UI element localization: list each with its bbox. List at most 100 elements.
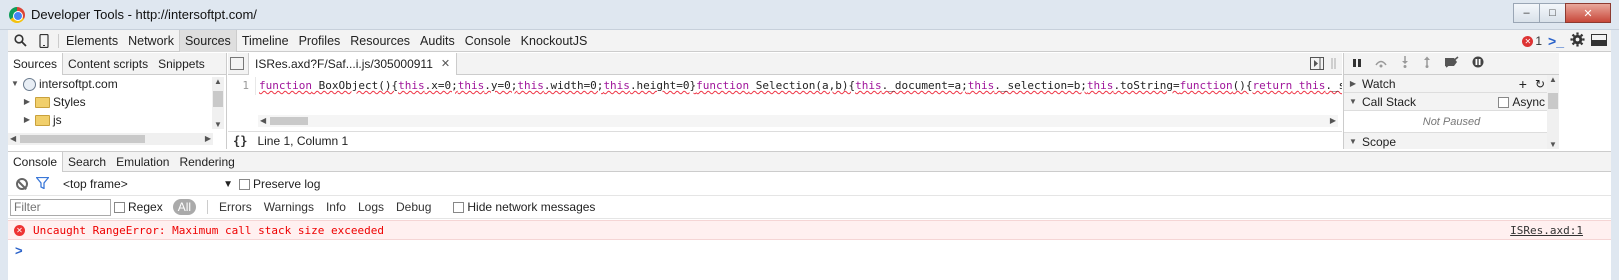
console-drawer-icon[interactable]: >_ bbox=[1548, 33, 1564, 49]
toolbar-right-controls: ✕ 1 >_ bbox=[1522, 30, 1607, 52]
scroll-right-icon[interactable]: ▶ bbox=[1330, 116, 1336, 125]
level-errors-button[interactable]: Errors bbox=[213, 200, 258, 214]
toggle-debugger-icon[interactable] bbox=[1310, 57, 1324, 73]
code-line[interactable]: 1 function BoxObject(){this.x=0;this.y=0… bbox=[228, 77, 1342, 95]
drawer-tabs: Console Search Emulation Rendering bbox=[8, 151, 1611, 172]
scroll-left-icon[interactable]: ◀ bbox=[260, 116, 266, 125]
code-keyword: this bbox=[457, 79, 485, 92]
scrollbar-thumb[interactable] bbox=[20, 135, 145, 143]
code-token: .width=0; bbox=[543, 79, 604, 92]
editor-horizontal-scrollbar[interactable]: ◀ ▶ bbox=[258, 115, 1338, 127]
drawer-tab-rendering[interactable]: Rendering bbox=[174, 152, 239, 172]
error-source-link[interactable]: ISRes.axd:1 bbox=[1510, 224, 1583, 237]
expanded-triangle-icon[interactable]: ▼ bbox=[10, 75, 20, 93]
editor-file-tab[interactable]: ISRes.axd?F/Saf...i.js/305000911 ✕ bbox=[248, 52, 458, 75]
inspect-search-icon[interactable] bbox=[8, 30, 32, 52]
window-frame-right bbox=[1611, 30, 1619, 280]
scroll-right-icon[interactable]: ▶ bbox=[205, 134, 211, 143]
scroll-up-icon[interactable]: ▲ bbox=[1549, 75, 1557, 84]
preserve-log-checkbox[interactable] bbox=[239, 178, 250, 190]
step-out-icon[interactable] bbox=[1422, 56, 1432, 71]
navigator-vertical-scrollbar[interactable]: ▲ ▼ bbox=[212, 77, 224, 129]
tab-network[interactable]: Network bbox=[123, 30, 179, 52]
scrollbar-thumb[interactable] bbox=[213, 91, 223, 107]
pane-resizer-icon[interactable] bbox=[1330, 57, 1338, 73]
navigator-horizontal-scrollbar[interactable]: ◀ ▶ bbox=[8, 133, 213, 145]
navigator-tab-snippets[interactable]: Snippets bbox=[153, 53, 210, 75]
tab-timeline[interactable]: Timeline bbox=[237, 30, 294, 52]
clear-console-icon[interactable] bbox=[16, 178, 28, 190]
frame-select[interactable]: <top frame> ▼ bbox=[63, 177, 233, 191]
filter-input[interactable] bbox=[10, 198, 111, 216]
scrollbar-thumb[interactable] bbox=[1548, 93, 1558, 109]
dropdown-arrow-icon[interactable]: ▼ bbox=[223, 179, 233, 190]
scroll-down-icon[interactable]: ▼ bbox=[1549, 140, 1557, 149]
close-tab-icon[interactable]: ✕ bbox=[441, 53, 450, 75]
console-prompt[interactable]: > bbox=[8, 241, 1611, 259]
refresh-icon[interactable]: ↻ bbox=[1535, 75, 1545, 93]
tree-item-domain[interactable]: ▼ intersoftpt.com bbox=[8, 75, 226, 93]
pause-icon[interactable] bbox=[1352, 57, 1362, 71]
step-over-icon[interactable] bbox=[1374, 57, 1388, 71]
pretty-print-button[interactable]: {} bbox=[233, 134, 247, 148]
line-number[interactable]: 1 bbox=[228, 77, 256, 95]
device-mode-icon[interactable] bbox=[32, 30, 56, 52]
deactivate-breakpoints-icon[interactable] bbox=[1444, 56, 1460, 71]
collapsed-triangle-icon[interactable]: ▶ bbox=[22, 111, 32, 129]
scrollbar-thumb[interactable] bbox=[270, 117, 308, 125]
level-logs-button[interactable]: Logs bbox=[352, 200, 390, 214]
level-all-button[interactable]: All bbox=[172, 199, 197, 215]
maximize-button[interactable]: □ bbox=[1539, 3, 1566, 23]
editor-tab-strip: ISRes.axd?F/Saf...i.js/305000911 ✕ bbox=[228, 52, 1342, 75]
call-stack-section-header[interactable]: ▼ Call Stack Async bbox=[1344, 93, 1559, 111]
code-keyword: function bbox=[1179, 79, 1233, 92]
navigator-tab-sources[interactable]: Sources bbox=[8, 52, 64, 75]
scroll-down-icon[interactable]: ▼ bbox=[214, 120, 222, 129]
hide-network-checkbox[interactable] bbox=[453, 201, 465, 213]
debugger-vertical-scrollbar[interactable]: ▲ ▼ bbox=[1547, 75, 1559, 149]
drawer-tab-search[interactable]: Search bbox=[63, 152, 111, 172]
settings-gear-icon[interactable] bbox=[1570, 32, 1585, 50]
filter-funnel-icon[interactable] bbox=[35, 176, 50, 192]
add-watch-icon[interactable]: + bbox=[1519, 75, 1527, 93]
sources-navigator: Sources Content scripts Snippets ▼ inter… bbox=[8, 52, 227, 149]
pause-on-exceptions-icon[interactable] bbox=[1472, 56, 1484, 71]
scroll-left-icon[interactable]: ◀ bbox=[10, 134, 16, 143]
scope-section-header[interactable]: ▼ Scope bbox=[1344, 133, 1559, 149]
level-info-button[interactable]: Info bbox=[320, 200, 352, 214]
code-text[interactable]: function BoxObject(){this.x=0;this.y=0;t… bbox=[256, 77, 1342, 95]
code-keyword: function bbox=[259, 79, 312, 92]
tab-audits[interactable]: Audits bbox=[415, 30, 460, 52]
drawer-tab-console[interactable]: Console bbox=[8, 151, 64, 172]
tab-sources[interactable]: Sources bbox=[178, 29, 237, 52]
regex-checkbox[interactable] bbox=[114, 201, 125, 213]
collapsed-triangle-icon[interactable]: ▶ bbox=[22, 93, 32, 111]
tab-elements[interactable]: Elements bbox=[61, 30, 123, 52]
tree-item-folder[interactable]: ▶ js bbox=[8, 111, 226, 129]
tab-profiles[interactable]: Profiles bbox=[294, 30, 346, 52]
minimize-button[interactable]: – bbox=[1513, 3, 1540, 23]
toggle-navigator-icon[interactable] bbox=[230, 57, 244, 70]
step-into-icon[interactable] bbox=[1400, 56, 1410, 71]
tree-item-folder[interactable]: ▶ Styles bbox=[8, 93, 226, 111]
expanded-triangle-icon[interactable]: ▼ bbox=[1348, 133, 1358, 150]
tab-knockoutjs[interactable]: KnockoutJS bbox=[516, 30, 593, 52]
scroll-up-icon[interactable]: ▲ bbox=[214, 77, 222, 86]
error-counter[interactable]: ✕ 1 bbox=[1522, 34, 1542, 48]
cursor-position: Line 1, Column 1 bbox=[257, 133, 349, 148]
dock-side-icon[interactable] bbox=[1591, 33, 1607, 49]
watch-section-header[interactable]: ▶ Watch + ↻ bbox=[1344, 75, 1559, 93]
close-window-button[interactable]: ✕ bbox=[1565, 3, 1611, 23]
collapsed-triangle-icon[interactable]: ▶ bbox=[1348, 75, 1358, 93]
window-title-bar: Developer Tools - http://intersoftpt.com… bbox=[0, 0, 1619, 30]
expanded-triangle-icon[interactable]: ▼ bbox=[1348, 93, 1358, 111]
level-warnings-button[interactable]: Warnings bbox=[258, 200, 320, 214]
tab-resources[interactable]: Resources bbox=[345, 30, 415, 52]
drawer-tab-emulation[interactable]: Emulation bbox=[111, 152, 174, 172]
level-debug-button[interactable]: Debug bbox=[390, 200, 437, 214]
async-toggle[interactable]: Async bbox=[1498, 93, 1545, 111]
async-checkbox[interactable] bbox=[1498, 97, 1510, 109]
navigator-tab-content-scripts[interactable]: Content scripts bbox=[63, 53, 153, 75]
tab-console[interactable]: Console bbox=[460, 30, 516, 52]
